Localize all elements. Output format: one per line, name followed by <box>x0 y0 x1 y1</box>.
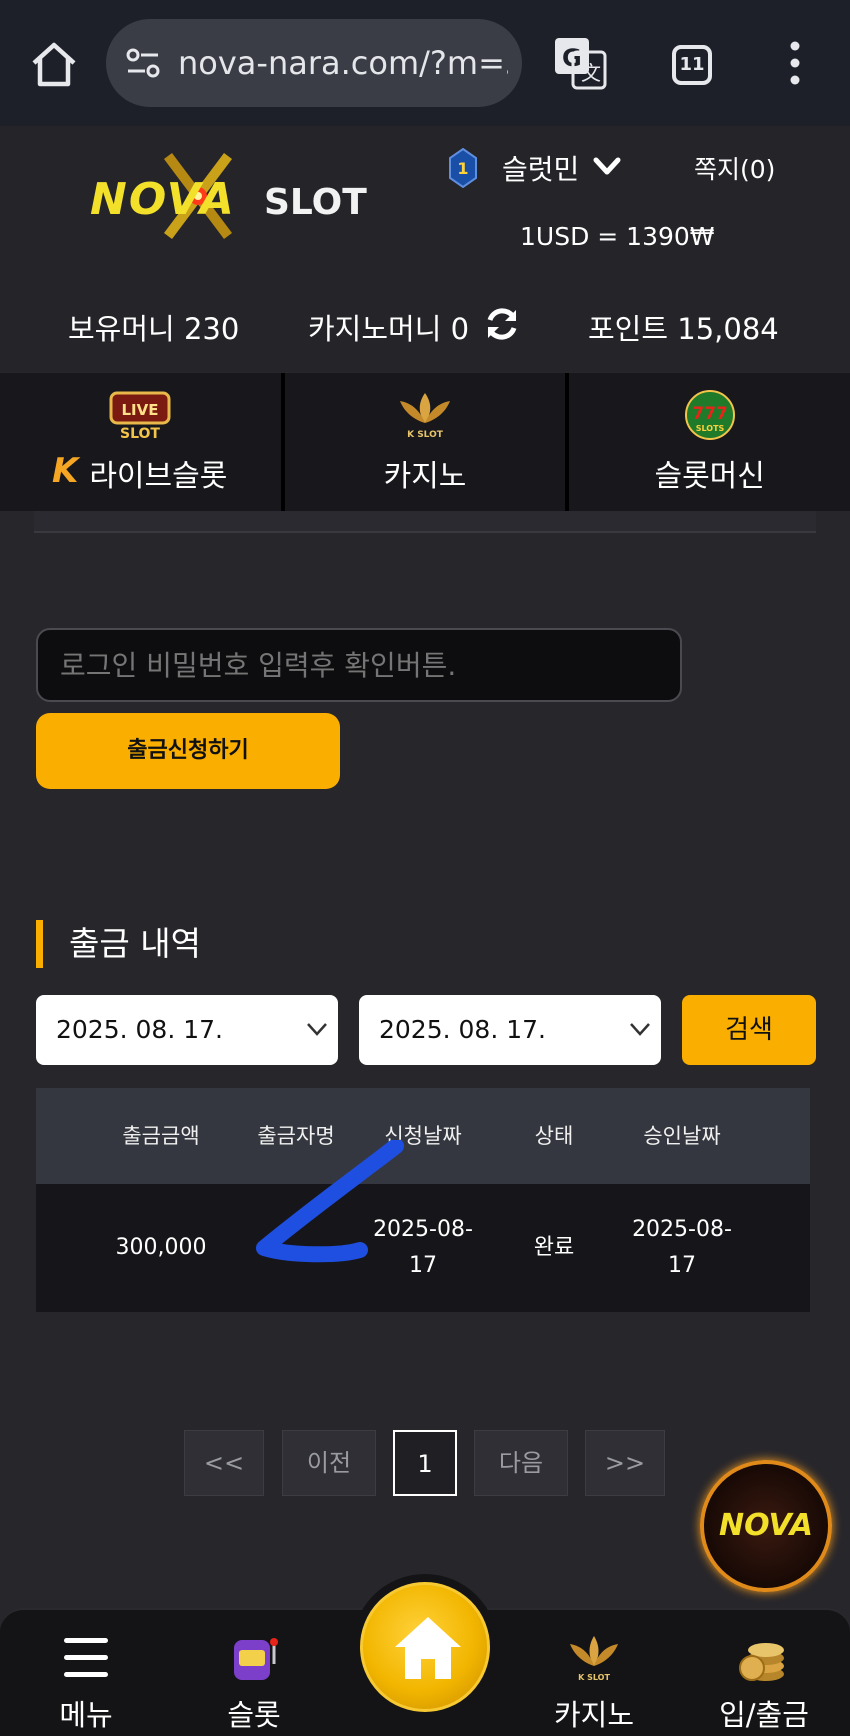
bottom-nav-label: 입/출금 <box>719 1698 809 1732</box>
floating-nova-button[interactable]: NOVA <box>700 1460 832 1592</box>
blue-annotation-mark <box>256 1140 404 1263</box>
k-slot-lotus-icon: K SLOT <box>400 393 450 440</box>
page-next-button[interactable]: 다음 <box>474 1430 568 1496</box>
bottom-nav-label: 메뉴 <box>59 1698 113 1732</box>
site-settings-icon[interactable] <box>124 47 162 79</box>
svg-text:SLOT: SLOT <box>120 426 160 441</box>
cell-amount: 300,000 <box>115 1235 207 1260</box>
chevron-down-icon <box>630 1023 650 1036</box>
content-divider <box>34 511 816 533</box>
category-label: 슬롯머신 <box>654 459 765 494</box>
approved-date-line1: 2025-08- <box>632 1217 732 1242</box>
svg-text:777: 777 <box>692 404 728 424</box>
section-title: 출금 내역 <box>36 920 201 968</box>
withdraw-request-button[interactable]: 출금신청하기 <box>36 713 340 789</box>
svg-text:K SLOT: K SLOT <box>578 1673 610 1682</box>
column-header: 출금금액 <box>122 1124 200 1148</box>
casino-money: 카지노머니 0 <box>308 312 470 346</box>
logo-slot-text: SLOT <box>264 182 367 223</box>
coin-stack-icon <box>739 1643 784 1681</box>
exchange-rate: 1USD = 1390₩ <box>520 222 715 251</box>
tab-switcher-icon[interactable]: 11 <box>672 45 712 85</box>
cell-approved-date: 2025-08- 17 <box>622 1212 742 1284</box>
chevron-down-icon[interactable] <box>592 156 622 178</box>
messages-link[interactable]: 쪽지(0) <box>694 150 775 186</box>
column-header: 승인날짜 <box>643 1124 721 1148</box>
table-row: 300,000 2025-08- 17 완료 2025-08- 17 <box>36 1184 810 1312</box>
table-header: 출금금액 출금자명 신청날짜 상태 승인날짜 <box>36 1088 810 1184</box>
date-to-value: 2025. 08. 17. <box>379 1015 546 1044</box>
category-slot-machine[interactable]: 777 SLOTS 슬롯머신 <box>569 373 850 511</box>
category-casino[interactable]: K SLOT 카지노 <box>284 373 570 511</box>
nova-slot-logo[interactable]: NOVA SLOT <box>88 146 378 246</box>
k-slot-lotus-icon: K SLOT <box>570 1636 618 1682</box>
bottom-nav-slot[interactable]: 슬롯 <box>184 1610 324 1736</box>
home-icon[interactable] <box>28 38 80 90</box>
bottom-nav-casino[interactable]: K SLOT 카지노 <box>524 1610 664 1736</box>
logo-nova-text: NOVA <box>90 174 236 225</box>
home-icon <box>395 1617 461 1679</box>
approved-date-line2: 17 <box>668 1253 696 1278</box>
hamburger-menu-icon <box>64 1638 108 1677</box>
site-header: NOVA SLOT 1 슬럿민 쪽지(0) 1USD = 1390₩ 보유머니 … <box>0 126 850 372</box>
cell-status: 완료 <box>533 1235 575 1260</box>
777-slots-icon: 777 SLOTS <box>684 390 735 440</box>
address-bar[interactable]: nova-nara.com/?m=5 <box>106 19 522 107</box>
more-vert-icon[interactable] <box>780 40 810 86</box>
floating-nova-text: NOVA <box>719 1508 813 1543</box>
svg-text:文: 文 <box>581 61 601 85</box>
category-nav: LIVE SLOT K 라이브슬롯 K SLOT 카지노 777 SLOTS 슬… <box>0 373 850 511</box>
category-label: 라이브슬롯 <box>89 459 228 494</box>
user-level-badge-icon: 1 <box>449 148 477 188</box>
search-button[interactable]: 검색 <box>682 995 816 1065</box>
home-fab-button[interactable] <box>360 1582 490 1712</box>
bottom-nav-menu[interactable]: 메뉴 <box>16 1610 156 1736</box>
chevron-down-icon <box>307 1023 327 1036</box>
holding-money: 보유머니 230 <box>68 312 240 346</box>
bottom-nav-label: 카지노 <box>553 1698 635 1732</box>
balance-bar: 보유머니 230 카지노머니 0 포인트 15,084 <box>0 302 850 352</box>
refresh-icon[interactable] <box>482 304 522 344</box>
svg-text:1: 1 <box>457 159 468 178</box>
url-text[interactable]: nova-nara.com/?m=5 <box>178 43 508 83</box>
browser-toolbar: nova-nara.com/?m=5 G 文 11 <box>0 0 850 126</box>
page-first-button[interactable]: << <box>184 1430 264 1496</box>
date-to-select[interactable]: 2025. 08. 17. <box>359 995 661 1065</box>
category-label: 카지노 <box>383 459 467 494</box>
page-last-button[interactable]: >> <box>585 1430 665 1496</box>
column-header: 상태 <box>534 1124 574 1148</box>
page-prev-button[interactable]: 이전 <box>282 1430 376 1496</box>
bottom-nav-deposit-withdraw[interactable]: 입/출금 <box>694 1610 834 1736</box>
category-live-slot[interactable]: LIVE SLOT K 라이브슬롯 <box>0 373 285 511</box>
withdraw-history-table: 출금금액 출금자명 신청날짜 상태 승인날짜 300,000 2025-08- … <box>36 1088 810 1312</box>
svg-text:LIVE: LIVE <box>122 401 159 419</box>
date-from-value: 2025. 08. 17. <box>56 1015 223 1044</box>
username[interactable]: 슬럿민 <box>502 148 579 188</box>
translate-icon[interactable]: G 文 <box>553 36 607 90</box>
password-input[interactable] <box>36 628 682 702</box>
bottom-nav-label: 슬롯 <box>227 1698 281 1732</box>
live-slot-icon: LIVE SLOT <box>109 391 171 441</box>
date-from-select[interactable]: 2025. 08. 17. <box>36 995 338 1065</box>
points: 포인트 15,084 <box>588 312 779 346</box>
page-current-button[interactable]: 1 <box>393 1430 457 1496</box>
svg-text:K SLOT: K SLOT <box>407 430 444 440</box>
svg-text:SLOTS: SLOTS <box>695 424 724 433</box>
slot-machine-icon <box>234 1638 278 1680</box>
